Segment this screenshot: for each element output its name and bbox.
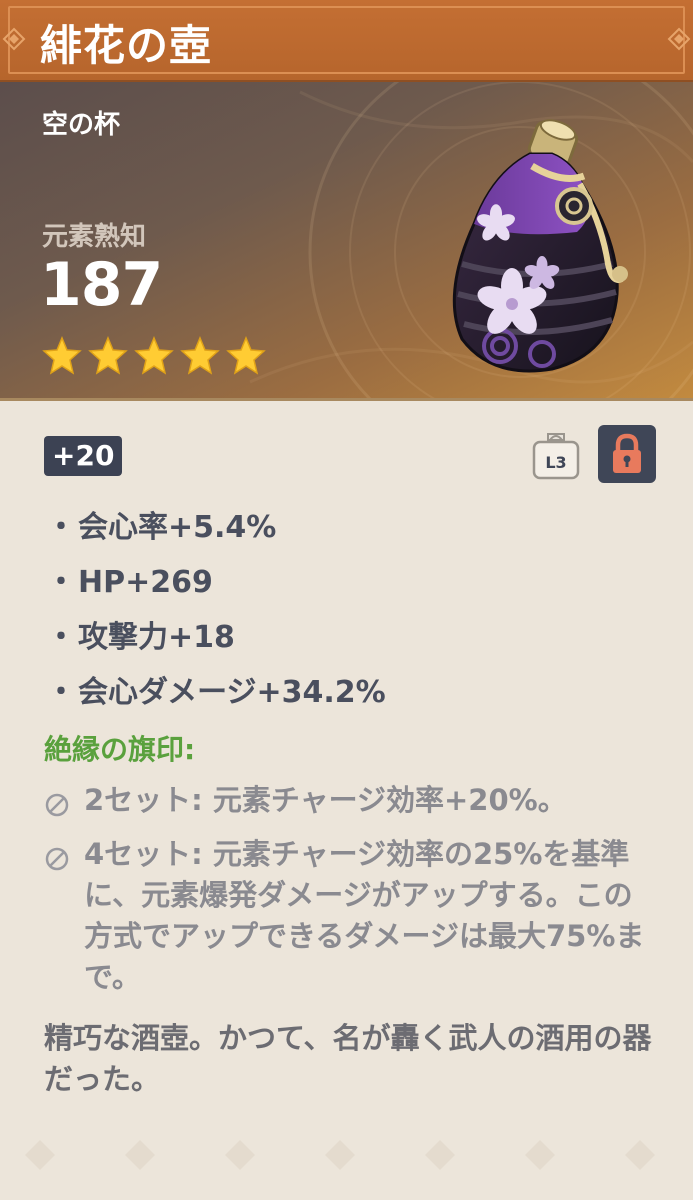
level-badge: +20 — [44, 436, 123, 476]
lock-level-icon[interactable]: L3 — [528, 428, 584, 484]
lock-button[interactable] — [598, 425, 656, 483]
rarity-stars — [42, 336, 266, 376]
substat-text: 会心ダメージ+34.2% — [78, 675, 386, 710]
artifact-name: 緋花の壺 — [40, 21, 213, 70]
set-effect-2pc: 2セット: 元素チャージ効率+20%。 — [44, 780, 656, 829]
substat-text: 攻撃力+18 — [78, 620, 235, 655]
substat-item: ・攻撃力+18 — [46, 620, 235, 655]
star-icon — [134, 336, 174, 375]
substat-list: ・会心率+5.4% ・HP+269 ・攻撃力+18 ・会心ダメージ+34.2% — [44, 502, 386, 722]
artifact-image — [452, 119, 628, 373]
main-stat-value: 187 — [40, 250, 163, 320]
background-pattern — [25, 1140, 655, 1170]
substat-text: HP+269 — [78, 565, 213, 600]
star-icon — [88, 336, 128, 375]
disabled-circle-icon — [45, 793, 69, 817]
set-name: 絶縁の旗印: — [44, 733, 196, 766]
substat-item: ・会心ダメージ+34.2% — [46, 675, 386, 710]
lock-icon — [613, 433, 641, 473]
artifact-card: 緋花の壺 空の杯 元素熟知 187 +20 L3 ・会心率+5.4% ・HP+2… — [0, 0, 693, 1200]
disabled-circle-icon — [45, 847, 69, 871]
corner-ornament-icon — [2, 27, 26, 51]
main-stat-label: 元素熟知 — [42, 222, 147, 252]
corner-ornament-icon — [667, 27, 691, 51]
artifact-slot: 空の杯 — [42, 110, 121, 140]
lock-level-label: L3 — [545, 453, 566, 472]
star-icon — [180, 336, 220, 375]
header-divider — [0, 398, 693, 401]
set-effect-text: 4セット: 元素チャージ効率の25%を基準に、元素爆発ダメージがアップする。この… — [84, 837, 645, 994]
substat-item: ・会心率+5.4% — [46, 510, 277, 545]
set-effect-4pc: 4セット: 元素チャージ効率の25%を基準に、元素爆発ダメージがアップする。この… — [44, 834, 656, 998]
artifact-header: 空の杯 元素熟知 187 — [0, 82, 693, 398]
star-icon — [42, 336, 82, 375]
title-bar: 緋花の壺 — [0, 0, 693, 82]
artifact-description: 精巧な酒壺。かつて、名が轟く武人の酒用の器だった。 — [44, 1021, 652, 1096]
star-icon — [226, 336, 266, 375]
set-effect-text: 2セット: 元素チャージ効率+20%。 — [84, 783, 567, 817]
substat-text: 会心率+5.4% — [78, 510, 277, 545]
substat-item: ・HP+269 — [46, 565, 213, 600]
